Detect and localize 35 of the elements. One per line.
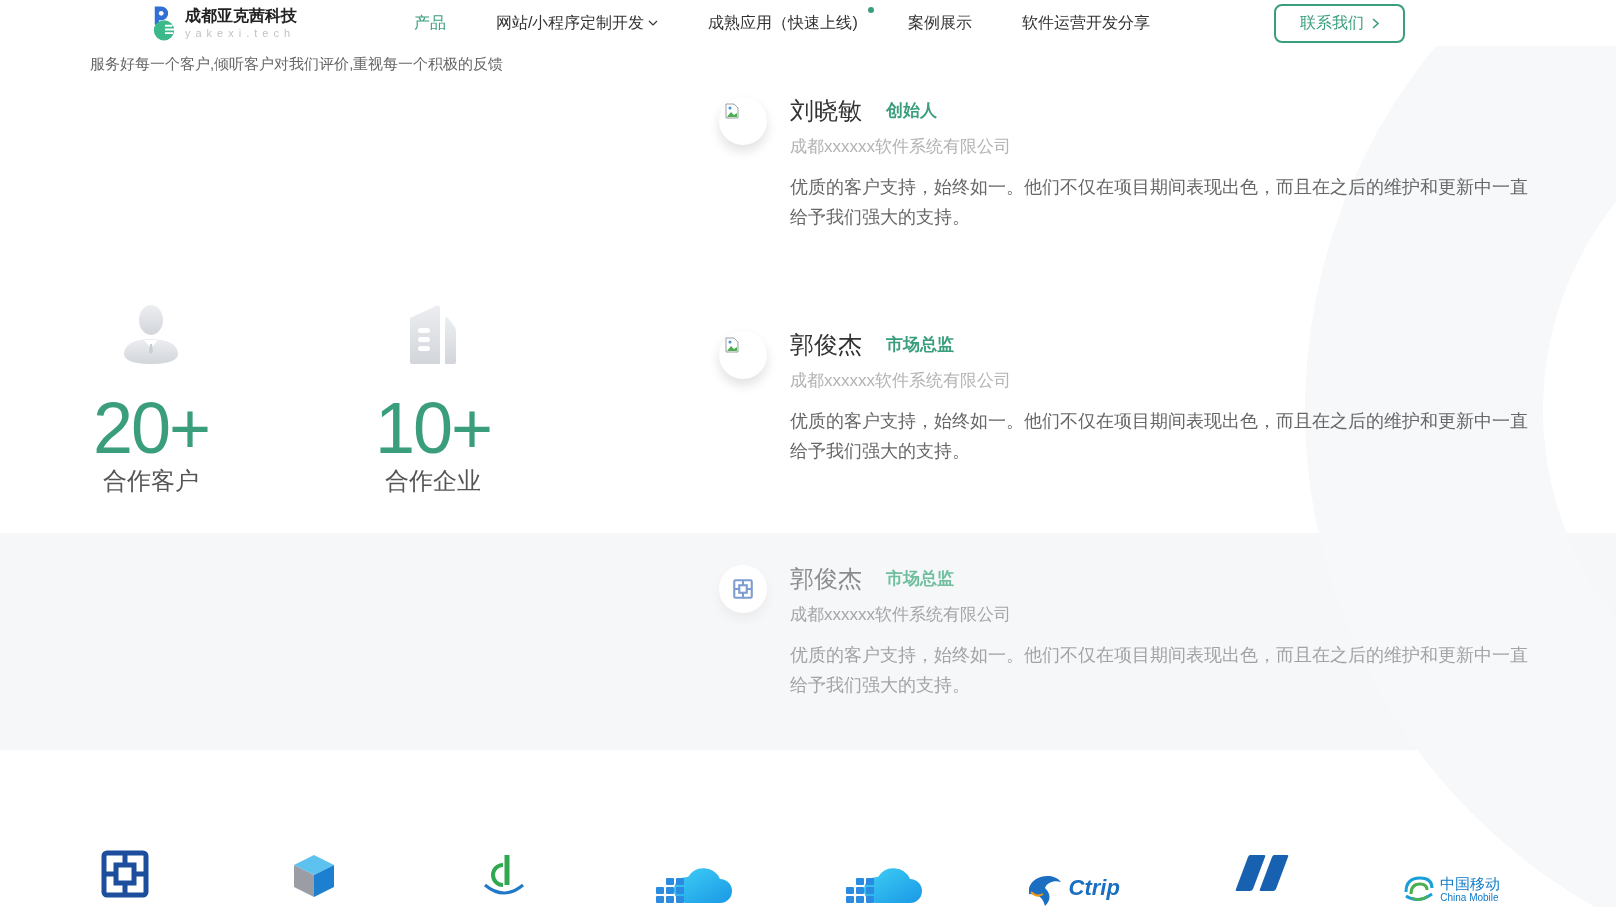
chevron-right-icon xyxy=(1371,17,1379,29)
square-pattern-logo-icon xyxy=(733,579,753,599)
testimonial-quote: 优质的客户支持，始终如一。他们不仅在项目期间表现出色，而且在之后的维护和更新中一直给予我们强大的支持。 xyxy=(790,644,1529,697)
reviewer-name: 郭俊杰 xyxy=(790,564,862,594)
logo-text: Ctrip xyxy=(1068,876,1120,900)
reviewer-name: 郭俊杰 xyxy=(790,330,862,360)
company-domain: yakexi.tech xyxy=(185,26,297,40)
company-name: 成都亚克茜科技 xyxy=(185,6,297,26)
person-icon xyxy=(122,304,180,364)
stat-number: 20+ xyxy=(92,392,210,464)
stat-label: 合作客户 xyxy=(103,466,199,496)
intro-text: 服务好每一个客户,倾听客户对我们评价,重视每一个积极的反馈 xyxy=(89,54,505,74)
reviewer-role: 市场总监 xyxy=(886,334,954,356)
broken-image-icon xyxy=(725,103,739,119)
logo-text: China Mobile xyxy=(1440,891,1500,904)
logo-icon xyxy=(152,5,176,41)
nav-link[interactable]: 软件运营开发分享 xyxy=(1021,12,1150,34)
reviewer-company: 成都xxxxxx软件系统有限公司 xyxy=(790,370,1012,392)
testimonial-quote: 优质的客户支持，始终如一。他们不仅在项目期间表现出色，而且在之后的维护和更新中一直给予我们强大的支持。 xyxy=(790,176,1529,229)
reviewer-name: 刘晓敏 xyxy=(790,96,862,126)
nav-dropdown[interactable]: 网站/小程序定制开发 xyxy=(496,12,659,34)
slanted-bars-logo-icon xyxy=(1233,853,1290,893)
testimonial-quote: 优质的客户支持，始终如一。他们不仅在项目期间表现出色，而且在之后的维护和更新中一直给予我们强大的支持。 xyxy=(790,410,1529,463)
reviewer-company: 成都xxxxxx软件系统有限公司 xyxy=(790,604,1012,626)
logo-text: 中国移动 xyxy=(1440,874,1501,892)
building-icon xyxy=(408,304,458,364)
stat-number: 10+ xyxy=(374,392,492,464)
square-pattern-logo-icon xyxy=(100,850,149,898)
reviewer-company: 成都xxxxxx软件系统有限公司 xyxy=(790,136,1012,158)
reviewer-role: 市场总监 xyxy=(886,568,954,590)
broken-image-icon xyxy=(725,337,739,353)
reviewer-role: 创始人 xyxy=(886,100,937,122)
stat-label: 合作企业 xyxy=(385,466,481,496)
nav-link[interactable]: 案例展示 xyxy=(907,12,972,34)
nav-link[interactable]: 成熟应用（快速上线) xyxy=(708,12,858,34)
